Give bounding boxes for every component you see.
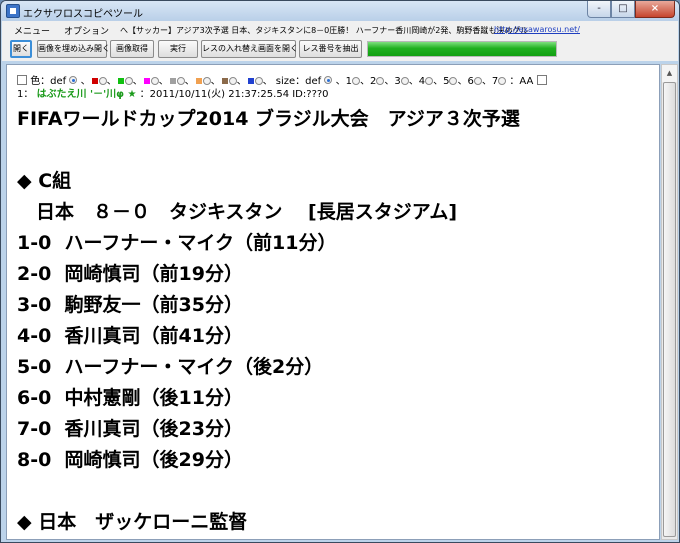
window-controls: - □ × <box>587 1 675 19</box>
menu-bar: メニュー オプション へ【サッカー】アジア3次予選 日本、タジキスタンに8－0圧… <box>2 21 678 37</box>
minimize-button[interactable]: - <box>587 1 611 18</box>
app-window: エクサワロスコピペツール - □ × メニュー オプション へ【サッカー】アジア… <box>0 0 680 543</box>
window-title: エクサワロスコピペツール <box>23 9 143 20</box>
color-swatch <box>91 78 98 84</box>
post-author: はぶたえ川 '－'川φ ★ <box>36 89 137 100</box>
post-line: ◆ 日本 ザッケローニ監督 <box>17 511 248 533</box>
progress-fill <box>368 42 556 56</box>
toolbar: 開く 画像を埋め込み開く 画像取得 実行 レスの入れ替え画面を開く レス番号を抽… <box>2 37 678 61</box>
size-option-radio[interactable] <box>473 77 482 85</box>
post-header: 1： はぶたえ川 '－'川φ ★ ：2011/10/11(火) 21:37:25… <box>17 85 329 100</box>
post-view[interactable]: 色：def 、、、、、、、、 size：def 、1 、2 、3 、4 、5 、6 、7 ：… <box>6 64 660 540</box>
size-option-label: 3 <box>394 76 401 87</box>
post-line: 日本 ８－０ タジキスタン [長居スタジアム] <box>17 201 458 223</box>
options-checkbox[interactable] <box>17 74 27 85</box>
size-option-label: 1 <box>345 76 352 87</box>
color-swatch <box>143 78 150 84</box>
maximize-button[interactable]: □ <box>611 1 635 18</box>
post-line: 8-0 岡崎慎司（後29分） <box>17 449 243 471</box>
size-option-radio[interactable] <box>498 77 507 85</box>
post-line: 6-0 中村憲剛（後11分） <box>17 387 243 409</box>
post-line: ◆ C組 <box>17 170 72 192</box>
color-swatch <box>195 78 202 84</box>
color-option-radio[interactable] <box>98 77 107 85</box>
color-swatch <box>117 78 124 84</box>
scrollbar-thumb[interactable] <box>663 82 676 537</box>
thread-title: へ【サッカー】アジア3次予選 日本、タジキスタンに8－0圧勝！ ハーフナー香川岡… <box>120 26 529 35</box>
size-option-radio[interactable] <box>400 77 409 85</box>
color-option-radio[interactable] <box>176 77 185 85</box>
site-link[interactable]: http://exawarosu.net/ <box>494 25 580 34</box>
color-option-radio[interactable] <box>228 77 237 85</box>
post-line: FIFAワールドカップ2014 ブラジル大会 アジア３次予選 <box>17 108 520 130</box>
post-line: 3-0 駒野友一（前35分） <box>17 294 243 316</box>
size-option-label: 6 <box>467 76 474 87</box>
post-line: 4-0 香川真司（前41分） <box>17 325 243 347</box>
vertical-scrollbar[interactable]: ▲ <box>661 64 678 540</box>
post-number: 1： <box>17 89 34 100</box>
post-line: 5-0 ハーフナー・マイク（後2分） <box>17 356 324 378</box>
color-option-radio[interactable] <box>124 77 133 85</box>
run-button[interactable]: 実行 <box>158 40 198 58</box>
color-swatch <box>247 78 254 84</box>
post-line: 2-0 岡崎慎司（前19分） <box>17 263 243 285</box>
post-meta: ：2011/10/11(火) 21:37:25.54 ID:???0 <box>139 89 329 100</box>
size-option-radio[interactable] <box>351 77 360 85</box>
size-option-group: 、1 、2 、3 、4 、5 、6 、7 <box>336 76 507 87</box>
post-line <box>17 476 520 507</box>
size-default-radio[interactable] <box>324 75 333 84</box>
menu-item-menu[interactable]: メニュー <box>14 24 50 37</box>
color-swatch <box>221 78 228 84</box>
color-option-radio[interactable] <box>150 77 159 85</box>
progress-bar <box>367 41 557 57</box>
aa-label: ：AA <box>509 76 534 87</box>
open-reorder-screen-button[interactable]: レスの入れ替え画面を開く <box>201 40 298 58</box>
scroll-up-arrow-icon[interactable]: ▲ <box>662 65 677 82</box>
post-line: 1-0 ハーフナー・マイク（前11分） <box>17 232 337 254</box>
post-line <box>17 135 520 166</box>
close-button[interactable]: × <box>635 1 675 18</box>
post-line: 7-0 香川真司（後23分） <box>17 418 243 440</box>
color-default-radio[interactable] <box>69 75 78 84</box>
color-option-radio[interactable] <box>202 77 211 85</box>
app-icon <box>6 4 20 18</box>
open-with-images-button[interactable]: 画像を埋め込み開く <box>37 40 110 58</box>
color-option-radio[interactable] <box>254 77 263 85</box>
open-button[interactable]: 開く <box>10 40 32 58</box>
extract-res-numbers-button[interactable]: レス番号を抽出 <box>299 40 362 58</box>
menu-item-options[interactable]: オプション <box>64 24 109 37</box>
post-body: FIFAワールドカップ2014 ブラジル大会 アジア３次予選 ◆ C組 日本 ８－… <box>17 104 520 538</box>
color-swatch <box>169 78 176 84</box>
title-bar[interactable]: エクサワロスコピペツール - □ × <box>1 1 679 21</box>
size-option-radio[interactable] <box>425 77 434 85</box>
get-images-button[interactable]: 画像取得 <box>110 40 154 58</box>
aa-checkbox[interactable] <box>536 74 547 85</box>
